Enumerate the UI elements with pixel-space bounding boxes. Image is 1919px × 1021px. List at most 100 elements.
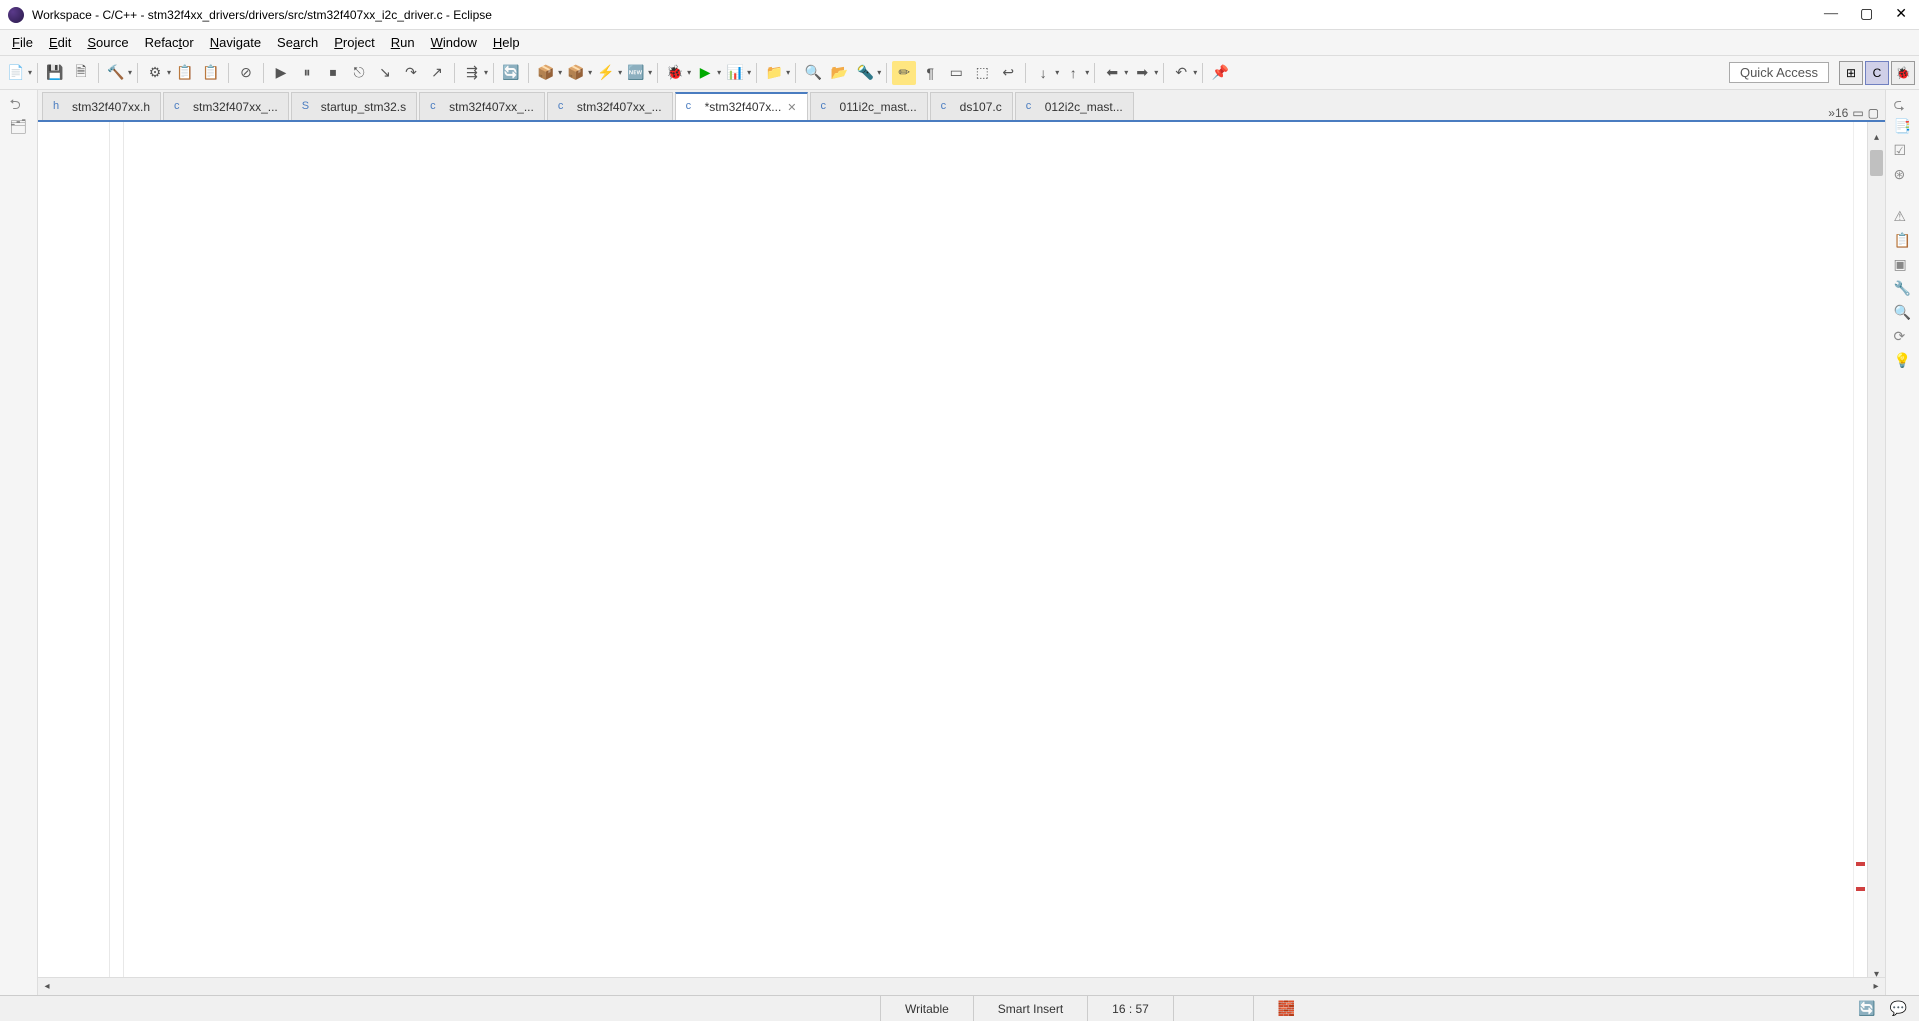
menu-file[interactable]: File (4, 32, 41, 53)
code-editor[interactable]: ▴ ▾ (38, 122, 1885, 977)
block-select-button[interactable]: ▭ (944, 61, 968, 85)
debug-button[interactable]: 🐞 (663, 61, 687, 85)
editor-tab[interactable]: cstm32f407xx_... (547, 92, 673, 120)
menu-run[interactable]: Run (383, 32, 423, 53)
back-button[interactable]: ⬅ (1100, 61, 1124, 85)
restart-button[interactable]: 🔄 (499, 61, 523, 85)
editor-tab[interactable]: c012i2c_mast... (1015, 92, 1134, 120)
file-icon: S (302, 100, 316, 114)
prev-annotation-button[interactable]: ↑ (1061, 61, 1085, 85)
save-button[interactable]: 💾 (43, 61, 67, 85)
step-return-button[interactable]: ↗ (425, 61, 449, 85)
maximize-view-icon[interactable]: ▢ (1868, 106, 1879, 120)
search-button[interactable]: 🔦 (853, 61, 877, 85)
maximize-button[interactable]: ▢ (1860, 6, 1873, 23)
show-ws-button[interactable]: ⬚ (970, 61, 994, 85)
profile-button[interactable]: 📊 (723, 61, 747, 85)
restore-right-icon[interactable]: ⮎ (1894, 94, 1912, 112)
search-view-icon[interactable]: 🔍 (1894, 304, 1912, 322)
minimize-button[interactable]: — (1824, 6, 1838, 23)
launch-mode2-button[interactable]: 📦 (564, 61, 588, 85)
next-annotation-button[interactable]: ↓ (1031, 61, 1055, 85)
progress-icon[interactable]: ⟳ (1894, 328, 1912, 346)
scroll-right-icon[interactable]: ▸ (1867, 981, 1885, 992)
build-button[interactable]: 🔨 (104, 61, 128, 85)
build-config-button[interactable]: ⚙ (143, 61, 167, 85)
project-explorer-icon[interactable]: 🗂 (10, 118, 28, 136)
make-target-icon[interactable]: ⊛ (1894, 166, 1912, 184)
word-wrap-button[interactable]: ↩ (996, 61, 1020, 85)
tasks-icon[interactable]: 📋 (1894, 232, 1912, 250)
vertical-scrollbar[interactable]: ▴ ▾ (1867, 122, 1885, 977)
editor-tab[interactable]: cds107.c (930, 92, 1013, 120)
lightbulb-icon[interactable]: 💡 (1894, 352, 1912, 370)
toggle-mark-button[interactable]: ✏ (892, 61, 916, 85)
resume-button[interactable]: ▶ (269, 61, 293, 85)
disconnect-button[interactable]: ⎋ (347, 61, 371, 85)
new-project-button[interactable]: 📁 (762, 61, 786, 85)
console-icon[interactable]: ▣ (1894, 256, 1912, 274)
menu-search[interactable]: Search (269, 32, 326, 53)
error-marker[interactable] (1856, 887, 1865, 891)
step-into-button[interactable]: ↘ (373, 61, 397, 85)
target-button[interactable]: 📋 (173, 61, 197, 85)
editor-tab[interactable]: cstm32f407xx_... (163, 92, 289, 120)
scroll-down-icon[interactable]: ▾ (1868, 959, 1885, 977)
launch-mode3-button[interactable]: ⚡ (594, 61, 618, 85)
perspective-debug[interactable]: 🐞 (1891, 61, 1915, 85)
menu-navigate[interactable]: Navigate (202, 32, 269, 53)
open-task-button[interactable]: 📂 (827, 61, 851, 85)
build-status-icon[interactable]: 🧱 (1253, 996, 1319, 1021)
problems-icon[interactable]: ⚠ (1894, 208, 1912, 226)
scroll-up-icon[interactable]: ▴ (1868, 122, 1885, 140)
tab-overflow[interactable]: »16 (1828, 106, 1848, 120)
skip-breakpoints-button[interactable]: ⊘ (234, 61, 258, 85)
horizontal-scrollbar[interactable]: ◂ ▸ (38, 977, 1885, 995)
minimize-view-icon[interactable]: ▭ (1852, 106, 1863, 120)
updates-icon[interactable]: 🔄 (1858, 1000, 1875, 1017)
menu-help[interactable]: Help (485, 32, 528, 53)
quick-access[interactable]: Quick Access (1729, 62, 1829, 83)
run-button[interactable]: ▶ (693, 61, 717, 85)
menu-source[interactable]: Source (79, 32, 136, 53)
forward-button[interactable]: ➡ (1130, 61, 1154, 85)
status-insert-mode[interactable]: Smart Insert (973, 996, 1087, 1021)
editor-tab[interactable]: c*stm32f407x...✕ (675, 92, 808, 120)
new-button[interactable]: 📄 (4, 61, 28, 85)
error-marker[interactable] (1856, 862, 1865, 866)
scroll-thumb[interactable] (1870, 150, 1883, 176)
editor-tab[interactable]: Sstartup_stm32.s (291, 92, 417, 120)
pin-button[interactable]: 📌 (1208, 61, 1232, 85)
suspend-button[interactable]: ⏸ (295, 61, 319, 85)
save-all-button[interactable]: 🗎 (69, 61, 93, 85)
terminate-button[interactable]: ⏹ (321, 61, 345, 85)
restore-icon[interactable]: ⮌ (10, 94, 28, 112)
perspective-cpp[interactable]: C (1865, 61, 1889, 85)
code-text[interactable] (124, 122, 1853, 977)
open-type-button[interactable]: 🔍 (801, 61, 825, 85)
step-over-button[interactable]: ↷ (399, 61, 423, 85)
last-edit-button[interactable]: ↶ (1169, 61, 1193, 85)
menu-project[interactable]: Project (326, 32, 382, 53)
overview-ruler[interactable] (1853, 122, 1867, 977)
editor-tab[interactable]: hstm32f407xx.h (42, 92, 161, 120)
properties-icon[interactable]: 🔧 (1894, 280, 1912, 298)
menu-refactor[interactable]: Refactor (137, 32, 202, 53)
launch-mode-button[interactable]: 📦 (534, 61, 558, 85)
tip-icon[interactable]: 💬 (1890, 1000, 1907, 1017)
task-list-icon[interactable]: ☑ (1894, 142, 1912, 160)
folding-column[interactable] (110, 122, 124, 977)
new-class-button[interactable]: 🆕 (624, 61, 648, 85)
editor-tab[interactable]: cstm32f407xx_... (419, 92, 545, 120)
target-run-button[interactable]: 📋 (199, 61, 223, 85)
outline-icon[interactable]: 📑 (1894, 118, 1912, 136)
close-tab-icon[interactable]: ✕ (787, 101, 796, 114)
menu-window[interactable]: Window (423, 32, 485, 53)
open-perspective-button[interactable]: ⊞ (1839, 61, 1863, 85)
editor-tab[interactable]: c011i2c_mast... (810, 92, 928, 120)
toggle-ws-button[interactable]: ¶ (918, 61, 942, 85)
scroll-left-icon[interactable]: ◂ (38, 981, 56, 992)
menu-edit[interactable]: Edit (41, 32, 79, 53)
instruction-step-button[interactable]: ⇶ (460, 61, 484, 85)
close-button[interactable]: ✕ (1895, 6, 1907, 23)
